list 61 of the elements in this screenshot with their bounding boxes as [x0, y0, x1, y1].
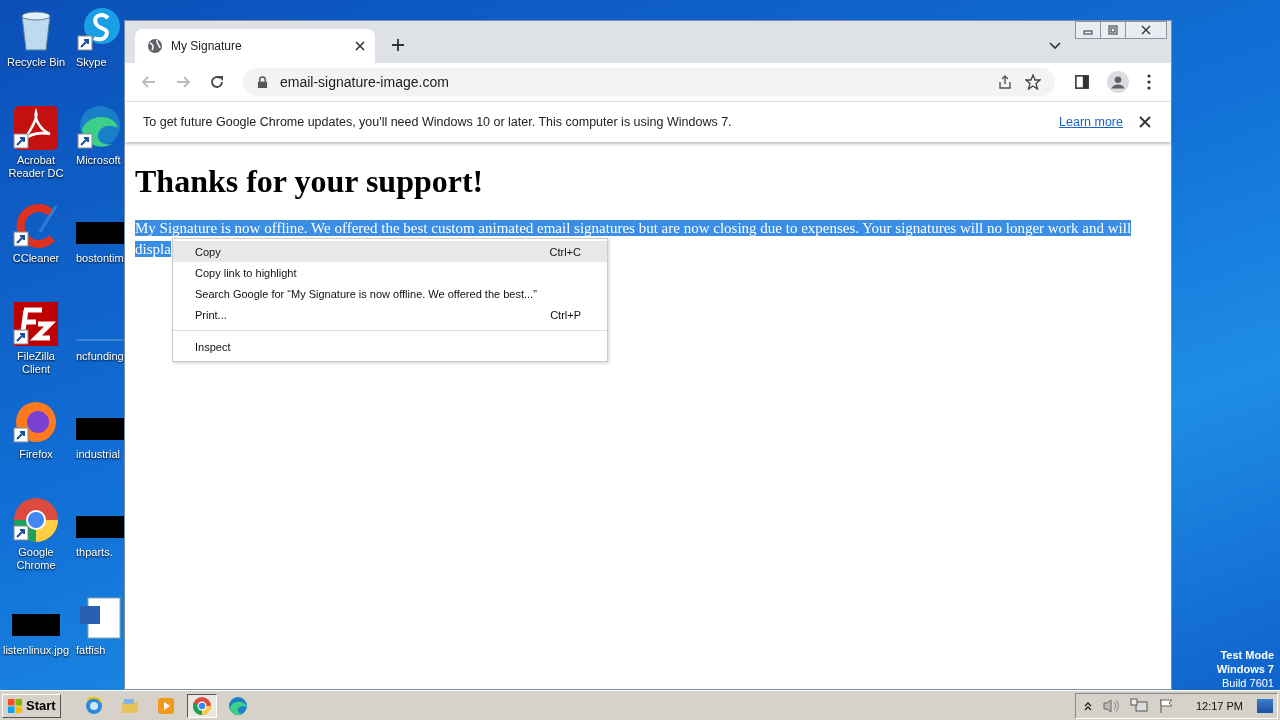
tab-search-chevron-icon[interactable]: [1049, 42, 1061, 50]
watermark-text: Test Mode: [1220, 648, 1274, 662]
browser-tab[interactable]: My Signature: [135, 29, 375, 63]
watermark-text: Windows 7: [1216, 662, 1274, 676]
desktop-icon-label[interactable]: fatfish: [76, 644, 106, 657]
desktop-icon-label[interactable]: bostontim: [76, 252, 124, 265]
desktop-icon-label[interactable]: Firefox: [19, 448, 53, 461]
star-icon[interactable]: [1025, 74, 1041, 90]
acrobat-icon[interactable]: [12, 104, 60, 152]
page-heading: Thanks for your support!: [135, 163, 485, 200]
minimize-button[interactable]: [1075, 21, 1101, 39]
edge-icon: [227, 695, 248, 716]
desktop-icon-label[interactable]: Recycle Bin: [6, 56, 66, 69]
desktop-icon-label[interactable]: Google Chrome: [2, 546, 70, 572]
chrome-icon: [191, 695, 212, 716]
desktop-icon-label[interactable]: Acrobat Reader DC: [2, 154, 70, 180]
close-tab-icon[interactable]: [355, 41, 365, 51]
network-icon[interactable]: [1129, 697, 1148, 714]
restore-button[interactable]: [1100, 21, 1126, 39]
menu-icon[interactable]: [1147, 74, 1151, 90]
chrome-taskbar-button[interactable]: [186, 693, 217, 718]
desktop-icon-label[interactable]: thparts.: [76, 546, 113, 559]
desktop-icon-label[interactable]: listenlinux.jpg: [2, 644, 69, 657]
close-button[interactable]: [1125, 21, 1167, 39]
reload-icon[interactable]: [209, 74, 225, 90]
menu-item[interactable]: Copy link to highlight: [173, 262, 607, 283]
lock-icon: [257, 75, 268, 89]
chrome-icon[interactable]: [12, 496, 60, 544]
media-icon: [155, 695, 176, 716]
show-hidden-icons-icon[interactable]: [1083, 700, 1092, 711]
restore-icon: [1108, 25, 1118, 35]
address-bar[interactable]: email-signature-image.com: [243, 68, 1055, 96]
desktop-icon-label[interactable]: Skype: [76, 56, 107, 69]
side-panel-icon[interactable]: [1075, 75, 1089, 89]
infobar-message: To get future Google Chrome updates, you'll need Windows 10 or later. This computer is using Windows 7.: [143, 115, 732, 129]
filezilla-icon[interactable]: [12, 300, 60, 348]
globe-icon: [147, 38, 163, 54]
menu-item[interactable]: Search Google for “My Signature is now offline. We offered the best...”: [173, 283, 607, 304]
start-button[interactable]: Start: [2, 693, 61, 718]
desktop-icon-label[interactable]: ncfunding: [76, 350, 124, 363]
ie-icon: [83, 695, 104, 716]
desktop-icon-label[interactable]: industrial: [76, 448, 121, 461]
desktop-icon-label[interactable]: CCleaner: [12, 252, 60, 265]
menu-item[interactable]: Inspect: [173, 336, 607, 357]
new-tab-icon[interactable]: [391, 38, 405, 52]
share-icon[interactable]: [997, 74, 1013, 90]
clock[interactable]: 12:17 PM: [1195, 699, 1243, 712]
learn-more-link[interactable]: Learn more: [1059, 115, 1123, 129]
watermark-text: Build 7601: [1222, 676, 1274, 690]
menu-item[interactable]: Print... Ctrl+P: [173, 304, 607, 325]
close-icon: [1141, 25, 1151, 35]
close-icon[interactable]: [1139, 116, 1151, 128]
desktop-icon-label[interactable]: Microsoft: [76, 154, 121, 167]
menu-item[interactable]: Copy Ctrl+C: [173, 241, 607, 262]
ccleaner-icon[interactable]: [12, 202, 60, 250]
show-desktop-button[interactable]: [1257, 698, 1273, 713]
profile-icon[interactable]: [1107, 71, 1129, 93]
desktop-icon-label[interactable]: FileZilla Client: [2, 350, 70, 376]
tab-title: My Signature: [171, 39, 243, 53]
windows-logo-icon: [7, 697, 23, 714]
url-text: email-signature-image.com: [280, 74, 449, 90]
